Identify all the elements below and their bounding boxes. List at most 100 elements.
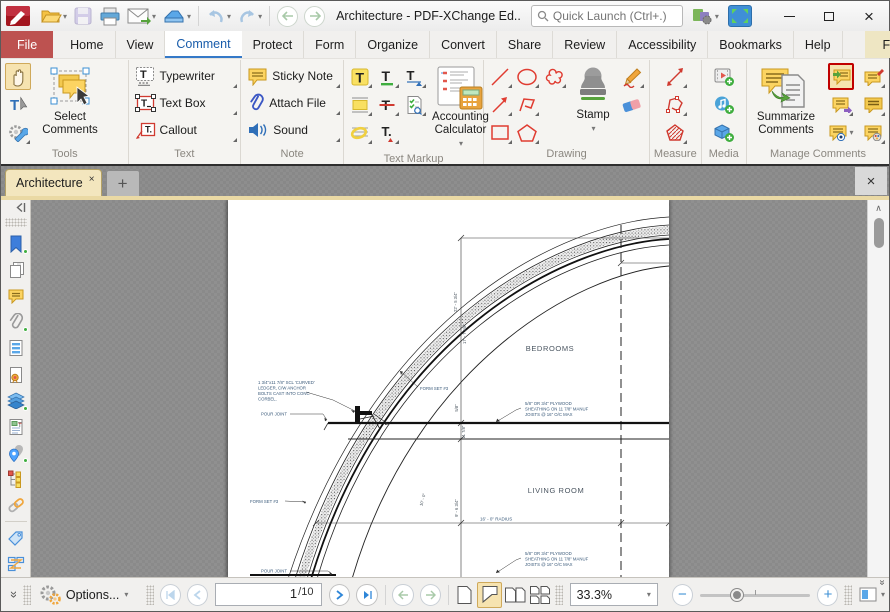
current-page-value[interactable]: 1 (290, 586, 297, 601)
undo-dropdown-icon[interactable]: ▾ (227, 12, 231, 21)
cloud-tool-button[interactable] (541, 63, 567, 90)
layout-single-page-button[interactable] (453, 582, 478, 608)
document-tab-close-icon[interactable]: × (89, 174, 95, 185)
highlight-text-button[interactable]: T (347, 63, 373, 90)
undo-button[interactable]: ▾ (203, 3, 234, 29)
next-page-button[interactable] (329, 584, 350, 606)
layout-multiple-pages-button[interactable] (527, 582, 552, 608)
show-comments-button[interactable]: ▾ (824, 119, 858, 146)
comment-styles-palette-button[interactable] (860, 119, 886, 146)
history-back-button[interactable] (392, 584, 413, 606)
replace-text-button[interactable]: T. (374, 119, 400, 146)
panel-grip[interactable] (5, 218, 27, 227)
zoom-out-button[interactable]: − (672, 584, 693, 606)
tags-pane-button[interactable] (5, 528, 27, 548)
statusbar-grip[interactable] (23, 585, 31, 605)
tab-organize[interactable]: Organize (356, 31, 430, 58)
layers-pane-button[interactable] (5, 391, 27, 411)
typewriter-button[interactable]: T Typewriter (132, 63, 238, 89)
import-comments-button[interactable] (828, 63, 854, 90)
scan-dropdown-icon[interactable]: ▾ (187, 12, 191, 21)
layout-two-pages-button[interactable] (502, 582, 527, 608)
add-video-button[interactable] (711, 63, 737, 90)
fullscreen-button[interactable] (728, 5, 752, 27)
nav-back-button[interactable] (277, 6, 298, 27)
tab-share[interactable]: Share (497, 31, 553, 58)
document-canvas[interactable]: BEDROOMS LIVING ROOM 1 3/4"x11 7/8" SCL … (31, 200, 867, 577)
other-tools-button[interactable] (5, 119, 31, 146)
page-number-box[interactable]: 1 /10 (215, 583, 322, 606)
hand-tool-button[interactable] (5, 63, 31, 90)
bookmarks-pane-button[interactable] (5, 234, 27, 254)
copy-comments-button[interactable] (860, 91, 886, 118)
tab-home[interactable]: Home (59, 31, 115, 58)
email-dropdown-icon[interactable]: ▾ (152, 12, 156, 21)
statusbar-grip[interactable] (555, 585, 563, 605)
redo-dropdown-icon[interactable]: ▾ (258, 12, 262, 21)
perimeter-tool-button[interactable] (662, 91, 688, 118)
summarize-comments-button[interactable]: Summarize Comments (750, 63, 822, 139)
tab-protect[interactable]: Protect (242, 31, 305, 58)
text-box-button[interactable]: T Text Box (132, 90, 238, 116)
sound-button[interactable]: Sound (244, 117, 340, 143)
strikeout-text-button[interactable]: T (374, 91, 400, 118)
nav-forward-button[interactable] (304, 6, 325, 27)
tab-view[interactable]: View (116, 31, 166, 58)
statusbar-grip[interactable] (844, 585, 852, 605)
tab-format[interactable]: Format (865, 31, 890, 58)
comments-pane-button[interactable] (5, 286, 27, 306)
maximize-button[interactable] (809, 2, 849, 30)
open-dropdown-icon[interactable]: ▾ (63, 12, 67, 21)
distance-tool-button[interactable] (662, 63, 688, 90)
pencil-tool-button[interactable] (619, 63, 645, 90)
tab-bookmarks[interactable]: Bookmarks (708, 31, 794, 58)
attachments-pane-button[interactable] (5, 312, 27, 332)
zoom-level-select[interactable]: 33.3% ▾ (570, 583, 658, 606)
open-file-button[interactable]: ▾ (37, 3, 70, 29)
minimize-button[interactable] (769, 2, 809, 30)
callout-button[interactable]: T. Callout (132, 117, 238, 143)
arrow-tool-button[interactable] (487, 91, 513, 118)
last-page-button[interactable] (356, 584, 377, 606)
stamp-dropdown-icon[interactable]: ▾ (592, 122, 596, 135)
add-audio-button[interactable] (711, 91, 737, 118)
tab-accessibility[interactable]: Accessibility (617, 31, 708, 58)
show-comments-dropdown-icon[interactable]: ▾ (849, 128, 853, 137)
vertical-scrollbar[interactable]: ∧ (867, 200, 889, 577)
scroll-up-icon[interactable]: ∧ (868, 200, 889, 216)
area-tool-button[interactable] (662, 119, 688, 146)
add-3d-button[interactable] (711, 119, 737, 146)
zoom-in-button[interactable]: + (817, 584, 838, 606)
zoom-slider-thumb[interactable] (731, 589, 743, 601)
layout-continuous-button[interactable] (477, 582, 502, 608)
history-forward-button[interactable] (420, 584, 441, 606)
sticky-note-button[interactable]: Sticky Note (244, 63, 340, 89)
previous-page-button[interactable] (187, 584, 208, 606)
pdf-page[interactable]: BEDROOMS LIVING ROOM 1 3/4"x11 7/8" SCL … (228, 200, 669, 577)
customize-dropdown-icon[interactable]: ▾ (715, 12, 719, 21)
scrollbar-thumb[interactable] (874, 218, 884, 248)
stamp-comment-button[interactable] (860, 63, 886, 90)
select-text-tool-button[interactable]: T (5, 91, 31, 118)
export-comments-button[interactable] (828, 91, 854, 118)
links-pane-button[interactable] (5, 495, 27, 515)
statusbar-expand-icon[interactable]: « (5, 591, 20, 598)
squiggly-underline-button[interactable] (347, 119, 373, 146)
close-button[interactable]: × (849, 2, 889, 30)
line-tool-button[interactable] (487, 63, 513, 90)
thumbnails-pane-button[interactable] (5, 260, 27, 280)
eraser-tool-button[interactable] (619, 91, 645, 118)
destinations-pane-button[interactable] (5, 443, 27, 463)
statusbar-collapse-icon[interactable]: « (877, 580, 888, 586)
tab-convert[interactable]: Convert (430, 31, 497, 58)
tab-help[interactable]: Help (794, 31, 843, 58)
quick-launch-box[interactable] (531, 5, 683, 27)
structure-pane-button[interactable] (5, 469, 27, 489)
polygon-tool-button[interactable] (514, 119, 540, 146)
signatures-pane-button[interactable] (5, 365, 27, 385)
spell-check-document-button[interactable] (401, 91, 427, 118)
print-button[interactable] (96, 3, 124, 29)
tab-file[interactable]: File (1, 31, 53, 58)
tab-comment[interactable]: Comment (165, 31, 241, 58)
stamp-button[interactable]: Stamp ▾ (569, 63, 617, 137)
